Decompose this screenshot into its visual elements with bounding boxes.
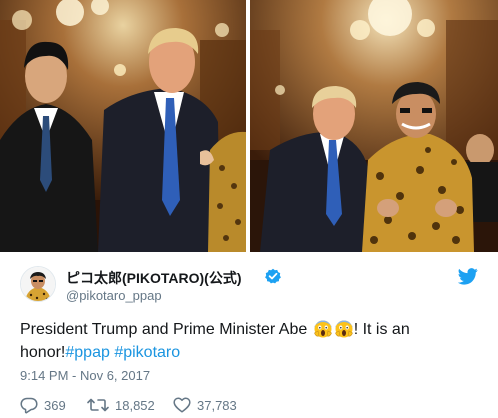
tweet-text-tail: ! It is an <box>353 321 410 338</box>
reply-button[interactable]: 369 <box>20 396 66 414</box>
tweet-timestamp[interactable]: 9:14 PM - Nov 6, 2017 <box>20 368 150 383</box>
screen-name[interactable]: @pikotaro_ppap <box>66 288 162 303</box>
verified-badge-icon <box>265 268 281 284</box>
avatar[interactable] <box>20 266 56 302</box>
face-screaming-in-fear-emoji <box>334 320 353 338</box>
tweet-media[interactable] <box>0 0 498 252</box>
display-name[interactable]: ピコ太郎(PIKOTARO)(公式) <box>66 268 242 288</box>
photo-trump-pikotaro[interactable] <box>250 0 498 252</box>
retweet-button[interactable]: 18,852 <box>87 396 155 414</box>
tweet-text-honor: honor! <box>20 344 66 361</box>
like-button[interactable]: 37,783 <box>173 396 237 414</box>
tweet-text-line-1: President Trump and Prime Minister Abe !… <box>20 318 410 341</box>
hashtag-pikotaro[interactable]: #pikotaro <box>114 344 180 361</box>
hashtag-ppap[interactable]: #ppap <box>65 344 110 361</box>
heart-icon <box>173 397 191 413</box>
retweet-count: 18,852 <box>115 397 155 413</box>
reply-count: 369 <box>44 397 66 413</box>
reply-icon <box>20 397 38 413</box>
like-count: 37,783 <box>197 397 237 413</box>
tweet-text-line-2: honor!#ppap #pikotaro <box>20 341 180 364</box>
tweet-text-main: President Trump and Prime Minister Abe <box>20 321 308 338</box>
face-screaming-in-fear-emoji <box>313 320 332 338</box>
retweet-icon <box>87 398 109 412</box>
twitter-bird-icon[interactable] <box>458 268 478 285</box>
embedded-tweet: ピコ太郎(PIKOTARO)(公式) @pikotaro_ppap Presid… <box>0 0 498 418</box>
photo-trump-abe[interactable] <box>0 0 246 252</box>
